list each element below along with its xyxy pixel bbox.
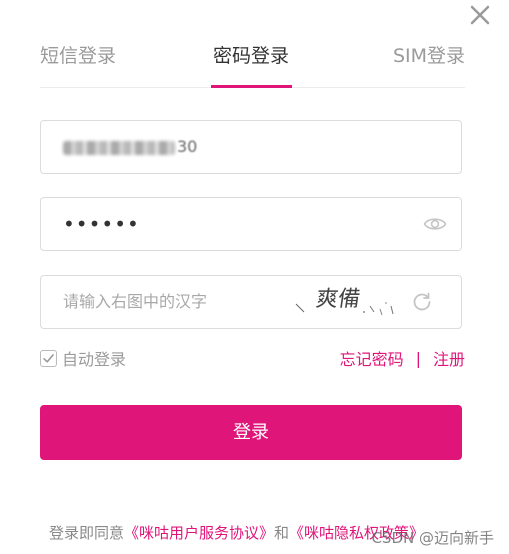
close-icon	[470, 5, 490, 25]
auto-login-checkbox[interactable]	[40, 349, 57, 367]
tab-sms-login[interactable]: 短信登录	[40, 44, 116, 68]
agreement-conjunction: 和	[274, 524, 290, 542]
phone-input[interactable]: 30	[40, 120, 462, 174]
user-agreement-link[interactable]: 《咪咕用户服务协议》	[124, 524, 274, 542]
captcha-placeholder: 请输入右图中的汉字	[63, 292, 208, 311]
watermark: CSDN @迈向新手	[371, 529, 494, 547]
captcha-image-text: 爽備	[314, 287, 362, 312]
auto-login-option[interactable]: 自动登录	[40, 347, 126, 369]
tab-password-login[interactable]: 密码登录	[213, 44, 289, 68]
close-button[interactable]	[467, 2, 493, 28]
refresh-icon[interactable]	[411, 291, 433, 313]
account-links: 忘记密码 | 注册	[340, 346, 465, 370]
captcha-image[interactable]: 爽備	[294, 282, 406, 322]
captcha-input[interactable]: 请输入右图中的汉字 爽備	[40, 275, 462, 329]
active-tab-indicator	[211, 85, 292, 88]
login-tabs: 短信登录 密码登录 SIM登录	[40, 40, 465, 88]
register-link[interactable]: 注册	[433, 346, 465, 370]
phone-value-blurred	[63, 141, 175, 155]
password-value: ••••••	[63, 212, 140, 236]
login-button[interactable]: 登录	[40, 405, 462, 460]
auto-login-label: 自动登录	[62, 350, 127, 369]
forgot-password-link[interactable]: 忘记密码	[340, 346, 404, 370]
tab-sim-login[interactable]: SIM登录	[393, 44, 465, 68]
checkmark-icon	[43, 353, 54, 363]
eye-icon[interactable]	[423, 213, 447, 235]
agreement-text: 登录即同意《咪咕用户服务协议》和《咪咕隐私权政策》	[49, 522, 424, 544]
phone-value-tail: 30	[177, 137, 198, 156]
password-input[interactable]: ••••••	[40, 197, 462, 251]
agreement-prefix: 登录即同意	[49, 524, 125, 542]
links-separator: |	[415, 348, 421, 368]
